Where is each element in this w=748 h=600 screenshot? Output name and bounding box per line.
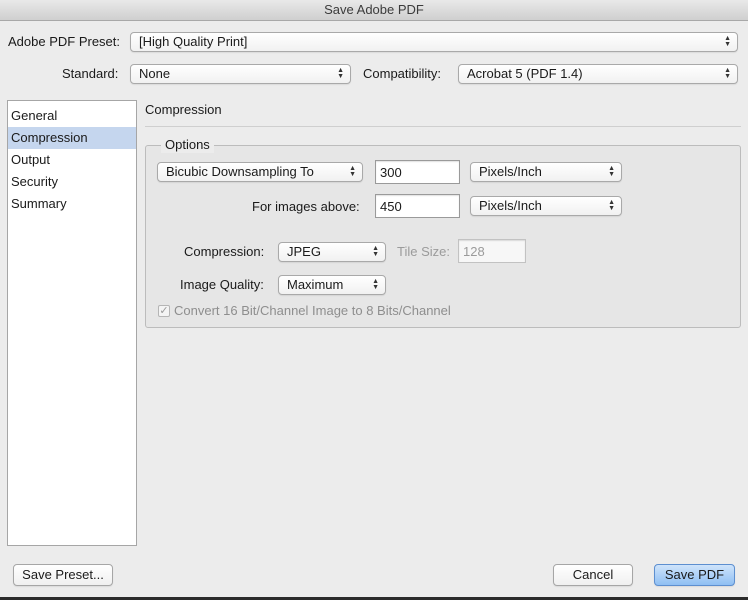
image-quality-select-value: Maximum <box>287 277 344 292</box>
preset-select-value: [High Quality Print] <box>139 34 248 49</box>
options-group-label: Options <box>161 137 214 153</box>
up-down-arrows-icon: ▲ ▼ <box>372 278 379 291</box>
images-above-unit-select[interactable]: Pixels/Inch ▲ ▼ <box>470 196 622 216</box>
up-down-arrows-icon: ▲ ▼ <box>724 35 731 48</box>
image-quality-select[interactable]: Maximum ▲ ▼ <box>278 275 386 295</box>
compression-select[interactable]: JPEG ▲ ▼ <box>278 242 386 262</box>
up-down-arrows-icon: ▲ ▼ <box>372 245 379 258</box>
images-above-label: For images above: <box>252 199 360 214</box>
panel-divider <box>145 126 741 127</box>
up-down-arrows-icon: ▲ ▼ <box>608 199 615 212</box>
standard-label: Standard: <box>62 66 119 81</box>
sidebar-item-output[interactable]: Output <box>8 149 136 171</box>
standard-select[interactable]: None ▲ ▼ <box>130 64 351 84</box>
downsampling-select-value: Bicubic Downsampling To <box>166 164 314 179</box>
preset-label: Adobe PDF Preset: <box>8 34 120 49</box>
compression-select-value: JPEG <box>287 244 321 259</box>
standard-select-value: None <box>139 66 171 81</box>
save-pdf-button[interactable]: Save PDF <box>654 564 735 586</box>
preset-select[interactable]: [High Quality Print] ▲ ▼ <box>130 32 738 52</box>
sidebar-item-compression[interactable]: Compression <box>8 127 136 149</box>
tile-size-label: Tile Size: <box>397 244 450 259</box>
images-above-input[interactable] <box>375 194 460 218</box>
cancel-button[interactable]: Cancel <box>553 564 633 586</box>
window-title: Save Adobe PDF <box>0 0 748 21</box>
image-quality-label: Image Quality: <box>180 277 264 292</box>
compatibility-label: Compatibility: <box>363 66 442 81</box>
save-preset-button[interactable]: Save Preset... <box>13 564 113 586</box>
resolution-unit-select[interactable]: Pixels/Inch ▲ ▼ <box>470 162 622 182</box>
compression-label: Compression: <box>184 244 265 259</box>
sidebar: General Compression Output Security Summ… <box>7 100 137 546</box>
up-down-arrows-icon: ▲ ▼ <box>724 67 731 80</box>
sidebar-item-general[interactable]: General <box>8 105 136 127</box>
panel-title: Compression <box>145 102 222 117</box>
convert-16bit-checkbox[interactable]: ✓ <box>158 304 170 317</box>
sidebar-item-security[interactable]: Security <box>8 171 136 193</box>
convert-16bit-option[interactable]: ✓ Convert 16 Bit/Channel Image to 8 Bits… <box>158 303 451 318</box>
compatibility-select-value: Acrobat 5 (PDF 1.4) <box>467 66 583 81</box>
checkmark-icon: ✓ <box>159 304 169 317</box>
convert-16bit-label: Convert 16 Bit/Channel Image to 8 Bits/C… <box>174 303 451 318</box>
up-down-arrows-icon: ▲ ▼ <box>337 67 344 80</box>
downsampling-select[interactable]: Bicubic Downsampling To ▲ ▼ <box>157 162 363 182</box>
compatibility-select[interactable]: Acrobat 5 (PDF 1.4) ▲ ▼ <box>458 64 738 84</box>
images-above-unit-value: Pixels/Inch <box>479 198 542 213</box>
resolution-unit-value: Pixels/Inch <box>479 164 542 179</box>
resolution-input[interactable] <box>375 160 460 184</box>
up-down-arrows-icon: ▲ ▼ <box>608 165 615 178</box>
sidebar-item-summary[interactable]: Summary <box>8 193 136 215</box>
up-down-arrows-icon: ▲ ▼ <box>349 165 356 178</box>
tile-size-input[interactable] <box>458 239 526 263</box>
